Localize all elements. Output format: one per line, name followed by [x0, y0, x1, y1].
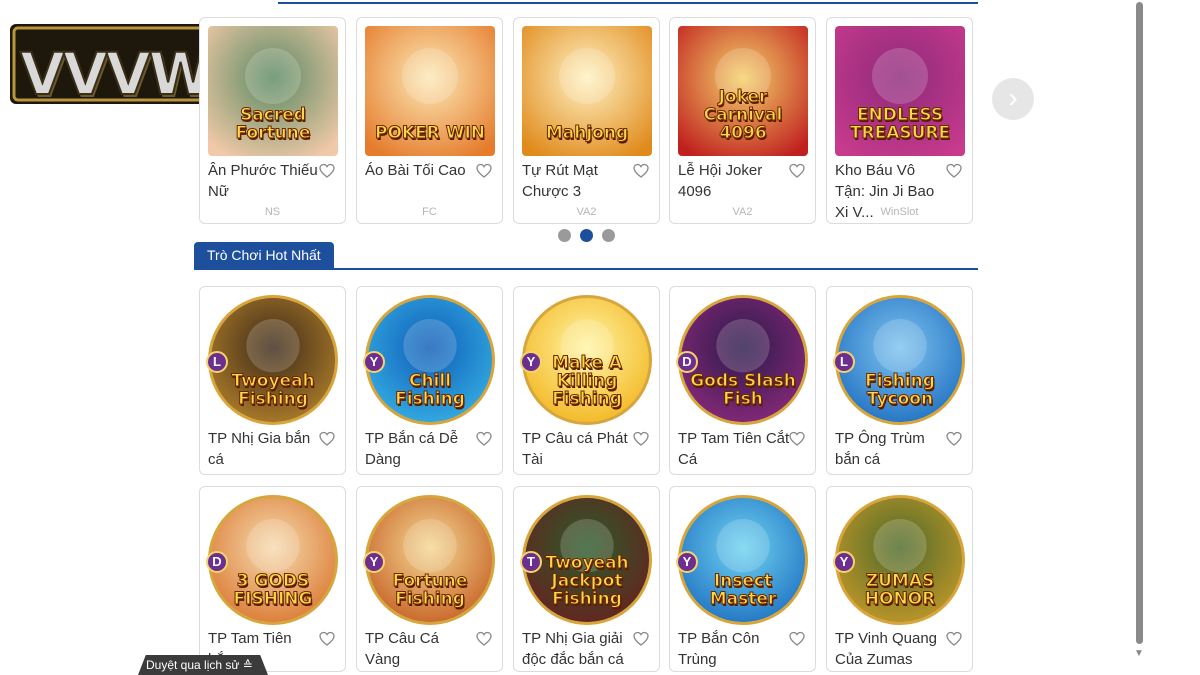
- game-thumbnail[interactable]: Mahjong: [522, 26, 652, 156]
- game-card[interactable]: POKER WIN Áo Bài Tối Cao FC: [356, 17, 503, 224]
- provider-badge: Y: [676, 551, 698, 573]
- thumbnail-title: ENDLESS TREASURE: [849, 105, 951, 143]
- provider-label: FC: [422, 206, 437, 218]
- provider-badge: D: [676, 351, 698, 373]
- thumbnail-title: Sacred Fortune: [235, 105, 311, 143]
- game-name: TP Ông Trùm bắn cá: [835, 430, 925, 468]
- provider-badge: Y: [363, 551, 385, 573]
- game-name: Lễ Hội Joker 4096: [678, 162, 763, 200]
- heart-icon[interactable]: [946, 431, 962, 447]
- game-name: Ân Phước Thiếu Nữ: [208, 162, 318, 200]
- game-card[interactable]: Twoyeah Jackpot Fishing T TP Nhị Gia giải …: [513, 486, 660, 672]
- thumbnail-title: 3 GODS FISHING: [233, 571, 313, 609]
- carousel-next-button[interactable]: ›: [992, 78, 1034, 120]
- game-card[interactable]: Mahjong Tự Rút Mạt Chược 3 VA2: [513, 17, 660, 224]
- thumbnail-title: Mahjong: [545, 123, 629, 143]
- heart-icon[interactable]: [633, 631, 649, 647]
- heart-icon[interactable]: [476, 431, 492, 447]
- carousel-dot-2[interactable]: [580, 229, 593, 242]
- game-name: Tự Rút Mạt Chược 3: [522, 162, 598, 200]
- carousel-dot-3[interactable]: [602, 229, 615, 242]
- thumbnail-title: ZUMAS HONOR: [864, 571, 936, 609]
- provider-badge: Y: [363, 351, 385, 373]
- provider-label: NS: [264, 206, 281, 218]
- game-card[interactable]: ENDLESS TREASURE Kho Báu Vô Tận: Jin Ji B…: [826, 17, 973, 224]
- section-divider: [194, 268, 978, 270]
- heart-icon[interactable]: [633, 431, 649, 447]
- heart-icon[interactable]: [319, 163, 335, 179]
- game-name: TP Nhị Gia giải độc đắc bắn cá: [522, 630, 624, 668]
- heart-icon[interactable]: [789, 163, 805, 179]
- provider-label: VA2: [732, 206, 753, 218]
- section-tab-hot-games[interactable]: Trò Chơi Hot Nhất: [194, 242, 334, 269]
- game-thumbnail[interactable]: Sacred Fortune: [208, 26, 338, 156]
- game-name: TP Nhị Gia bắn cá: [208, 430, 311, 468]
- game-card[interactable]: Insect Master Y TP Bắn Côn Trùng: [669, 486, 816, 672]
- game-card[interactable]: Gods Slash Fish D TP Tam Tiên Cắt Cá: [669, 286, 816, 475]
- game-card[interactable]: Fishing Tycoon L TP Ông Trùm bắn cá: [826, 286, 973, 475]
- heart-icon[interactable]: [476, 631, 492, 647]
- heart-icon[interactable]: [319, 431, 335, 447]
- provider-badge: Y: [833, 551, 855, 573]
- game-card[interactable]: Twoyeah Fishing L TP Nhị Gia bắn cá: [199, 286, 346, 475]
- heart-icon[interactable]: [946, 163, 962, 179]
- browse-history-button[interactable]: Duyệt qua lịch sử ≙: [138, 655, 268, 675]
- heart-icon[interactable]: [633, 163, 649, 179]
- heart-icon[interactable]: [789, 631, 805, 647]
- carousel-dot-1[interactable]: [558, 229, 571, 242]
- game-card[interactable]: ZUMAS HONOR Y TP Vinh Quang Của Zumas: [826, 486, 973, 672]
- provider-badge: L: [833, 351, 855, 373]
- thumbnail-title: Fortune Fishing: [392, 571, 468, 609]
- game-thumbnail[interactable]: POKER WIN: [365, 26, 495, 156]
- provider-badge: D: [206, 551, 228, 573]
- game-name: TP Bắn Côn Trùng: [678, 630, 760, 668]
- heart-icon[interactable]: [946, 631, 962, 647]
- scrollbar-thumb[interactable]: [1136, 2, 1143, 644]
- game-name: TP Câu cá Phát Tài: [522, 430, 628, 468]
- game-name: TP Tam Tiên Cắt Cá: [678, 430, 790, 468]
- provider-badge: T: [520, 551, 542, 573]
- heart-icon[interactable]: [476, 163, 492, 179]
- game-name: TP Bắn cá Dễ Dàng: [365, 430, 459, 468]
- thumbnail-title: Gods Slash Fish: [690, 371, 797, 409]
- thumbnail-title: Fishing Tycoon: [865, 371, 936, 409]
- thumbnail-title: Twoyeah Jackpot Fishing: [545, 553, 629, 609]
- heart-icon[interactable]: [319, 631, 335, 647]
- provider-label: WinSlot: [880, 206, 919, 218]
- thumbnail-title: POKER WIN: [374, 123, 485, 143]
- provider-badge: L: [206, 351, 228, 373]
- game-name: TP Câu Cá Vàng: [365, 630, 439, 668]
- game-card[interactable]: Joker Carnival 4096 Lễ Hội Joker 4096 VA2: [669, 17, 816, 224]
- thumbnail-title: Joker Carnival 4096: [703, 87, 783, 143]
- game-card[interactable]: Make A Killing Fishing Y TP Câu cá Phát Tà…: [513, 286, 660, 475]
- game-card[interactable]: Chill Fishing Y TP Bắn cá Dễ Dàng: [356, 286, 503, 475]
- game-card[interactable]: Sacred Fortune Ân Phước Thiếu Nữ NS: [199, 17, 346, 224]
- thumbnail-title: Insect Master: [709, 571, 777, 609]
- scroll-down-icon[interactable]: ▼: [1133, 648, 1145, 659]
- provider-label: VA2: [576, 206, 597, 218]
- thumbnail-title: Chill Fishing: [395, 371, 466, 409]
- game-name: TP Vinh Quang Của Zumas: [835, 630, 938, 668]
- game-thumbnail[interactable]: ENDLESS TREASURE: [835, 26, 965, 156]
- thumbnail-title: Make A Killing Fishing: [552, 353, 623, 409]
- top-divider: [278, 2, 978, 4]
- thumbnail-title: Twoyeah Fishing: [231, 371, 315, 409]
- game-name: Áo Bài Tối Cao: [365, 162, 466, 179]
- game-thumbnail[interactable]: Joker Carnival 4096: [678, 26, 808, 156]
- chevron-right-icon: ›: [1008, 82, 1018, 113]
- heart-icon[interactable]: [789, 431, 805, 447]
- game-card[interactable]: 3 GODS FISHINGDTP Tam Tiên bắn: [199, 486, 346, 672]
- game-card[interactable]: Fortune Fishing Y TP Câu Cá Vàng: [356, 486, 503, 672]
- provider-badge: Y: [520, 351, 542, 373]
